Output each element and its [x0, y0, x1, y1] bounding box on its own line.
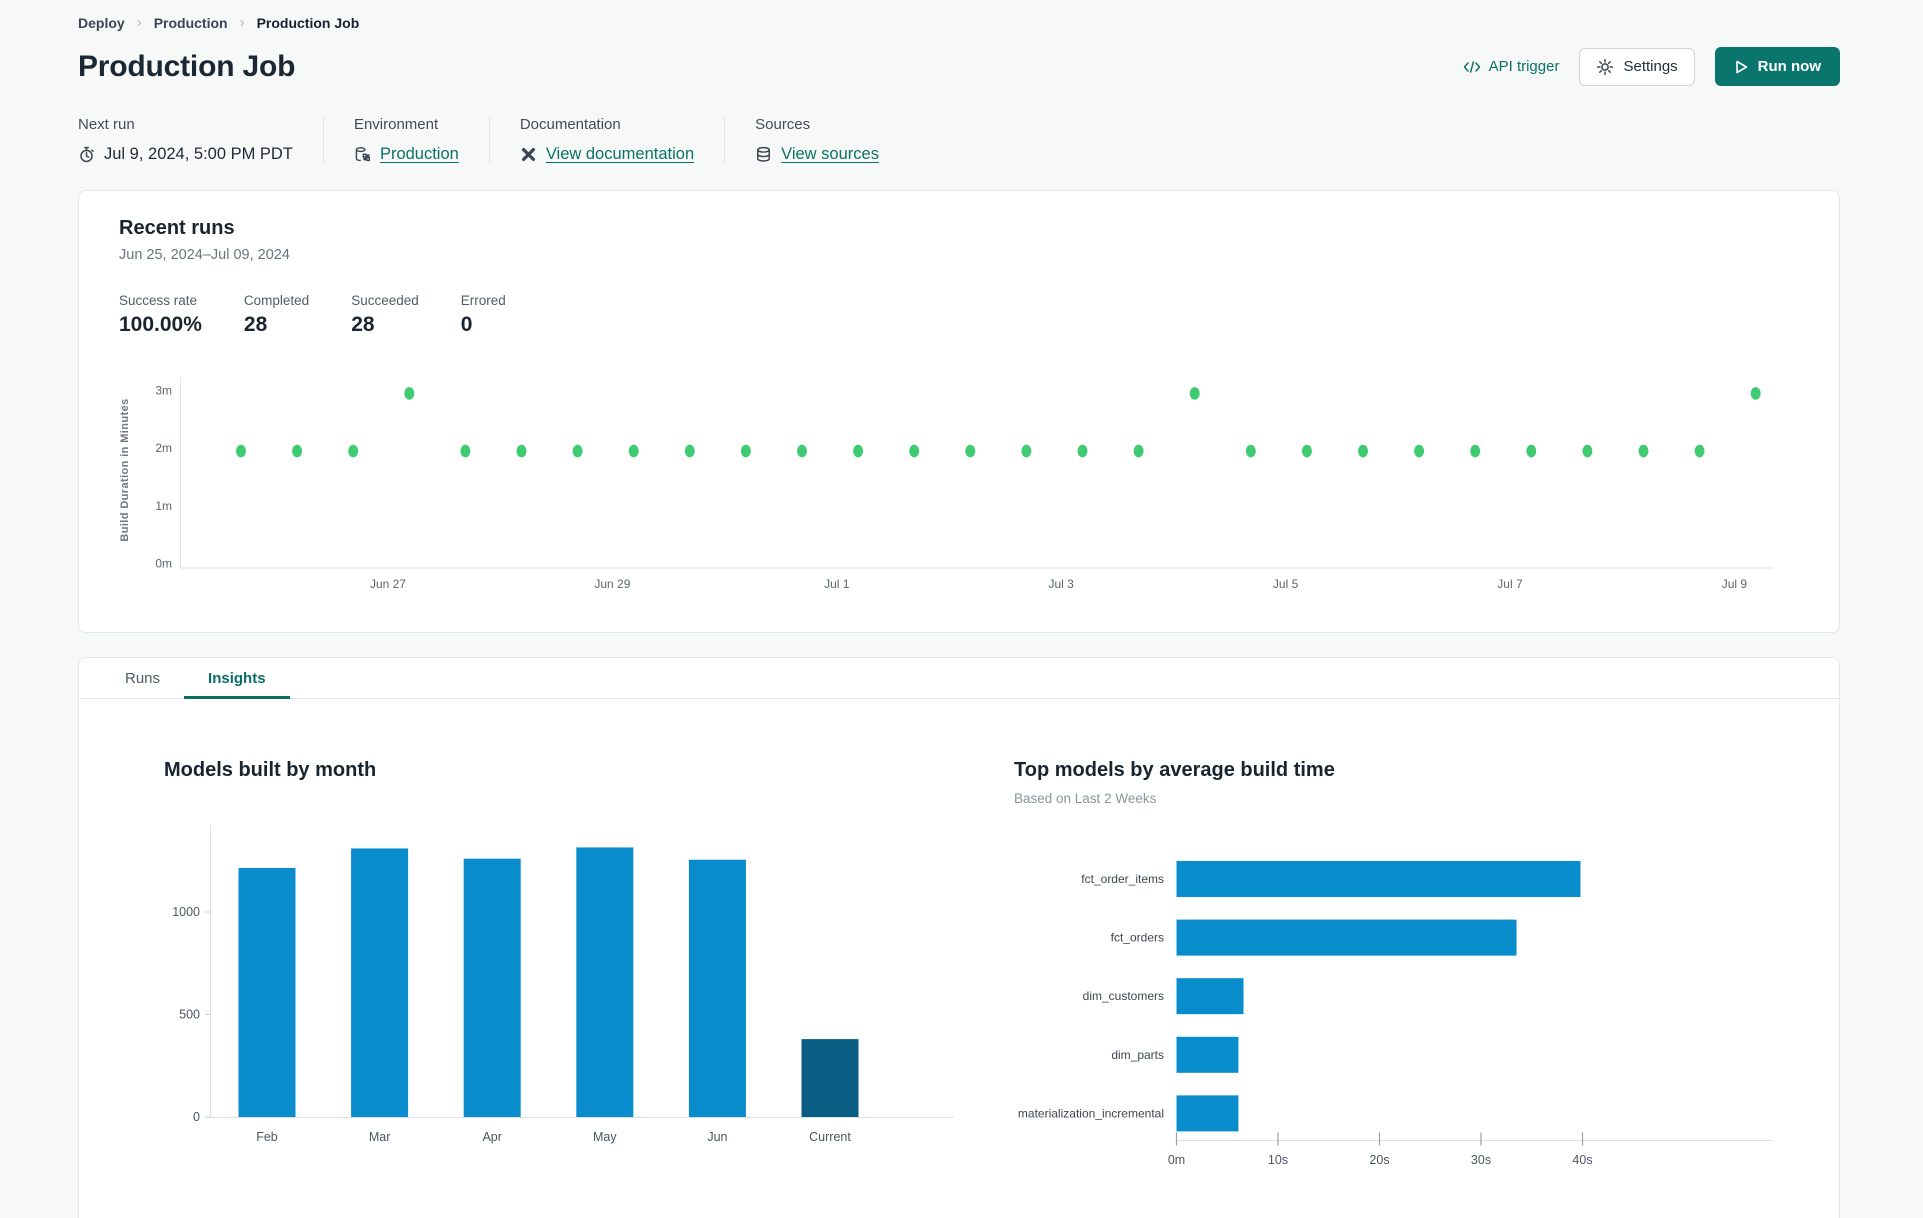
svg-text:dim_parts: dim_parts [1111, 1048, 1164, 1062]
svg-text:Apr: Apr [482, 1130, 501, 1144]
svg-text:Jul 3: Jul 3 [1049, 577, 1075, 591]
svg-text:Jun: Jun [707, 1130, 727, 1144]
svg-text:2m: 2m [155, 441, 172, 455]
meta-documentation: Documentation View documentation [519, 116, 726, 164]
svg-text:Jul 1: Jul 1 [824, 577, 850, 591]
build-duration-scatter-chart: 0m 1m 2m 3m Jun 27 Jun 29 Jul 1 Jul 3 Jul 5 Jul 7… [155, 377, 1773, 591]
top-models-hbar-chart: fct_order_items fct_orders dim_customersdi… [1018, 861, 1772, 1167]
svg-text:10s: 10s [1268, 1153, 1288, 1167]
svg-text:fct_orders: fct_orders [1111, 931, 1164, 945]
svg-text:Feb: Feb [256, 1130, 278, 1144]
recent-runs-card: Recent runs Jun 25, 2024–Jul 09, 2024 Su… [78, 190, 1840, 633]
tab-insights[interactable]: Insights [184, 658, 290, 699]
svg-text:Jun 29: Jun 29 [594, 577, 630, 591]
top-models-section: Top models by average build time Based o… [1014, 759, 1814, 1178]
recent-runs-date-range: Jun 25, 2024–Jul 09, 2024 [119, 247, 290, 263]
insights-card: Runs Insights Models built by month 0 500… [78, 657, 1840, 1218]
top-models-subtitle: Based on Last 2 Weeks [1014, 791, 1157, 806]
recent-runs-stats: Success rate 100.00% Completed 28 Succee… [119, 293, 1799, 337]
dbt-docs-icon [520, 146, 537, 163]
svg-text:30s: 30s [1471, 1153, 1491, 1167]
svg-text:20s: 20s [1369, 1153, 1389, 1167]
tab-runs[interactable]: Runs [101, 658, 184, 698]
svg-text:Jul 5: Jul 5 [1273, 577, 1299, 591]
breadcrumb-production-job: Production Job [256, 14, 360, 31]
svg-text:Jul 7: Jul 7 [1497, 577, 1523, 591]
environment-label: Environment [353, 116, 439, 133]
environment-icon [354, 146, 371, 163]
chevron-right-icon: › [136, 14, 142, 31]
title-row: Production Job API trigger Settings Run … [78, 47, 1840, 86]
svg-text:May: May [593, 1130, 617, 1144]
svg-text:0: 0 [193, 1110, 200, 1124]
page-title: Production Job [78, 49, 296, 83]
svg-text:3m: 3m [155, 383, 172, 397]
models-built-bar-chart: 0 500 1000 Feb Mar Apr May Jun Current [172, 825, 954, 1144]
view-sources-link[interactable]: View sources [781, 145, 879, 164]
scatter-y-axis-label: Build Duration in Minutes [119, 398, 131, 542]
documentation-label: Documentation [519, 116, 621, 133]
svg-text:dim_customers: dim_customers [1083, 989, 1164, 1003]
stat-errored: Errored 0 [460, 293, 506, 336]
run-now-button[interactable]: Run now [1714, 47, 1840, 86]
stat-succeeded: Succeeded 28 [351, 293, 419, 336]
svg-text:1000: 1000 [172, 905, 200, 919]
recent-runs-title: Recent runs [119, 217, 235, 239]
meta-environment: Environment Production [354, 116, 490, 164]
environment-link[interactable]: Production [380, 145, 459, 164]
svg-text:fct_order_items: fct_order_items [1081, 872, 1164, 886]
svg-text:Mar: Mar [369, 1130, 391, 1144]
breadcrumb: Deploy › Production › Production Job [78, 14, 1840, 31]
svg-text:0m: 0m [155, 557, 172, 571]
build-duration-chart-wrap: Build Duration in Minutes 0m 1m 2m 3m Jun 27… [119, 371, 1799, 602]
breadcrumb-deploy[interactable]: Deploy [78, 15, 125, 31]
svg-text:1m: 1m [155, 499, 172, 513]
job-meta-row: Next run Jul 9, 2024, 5:00 PM PDT Enviro… [78, 116, 1840, 164]
breadcrumb-production[interactable]: Production [154, 15, 228, 31]
gear-icon [1596, 58, 1614, 76]
header-actions: API trigger Settings Run now [1463, 47, 1840, 86]
models-built-section: Models built by month 0 500 1000 Feb Mar Apr M… [164, 759, 1014, 1178]
stopwatch-icon [78, 146, 95, 163]
settings-label: Settings [1623, 58, 1678, 75]
svg-text:0m: 0m [1168, 1153, 1185, 1167]
sources-label: Sources [755, 116, 811, 133]
page-container: Deploy › Production › Production Job Pro… [0, 0, 1923, 1218]
play-icon [1734, 59, 1749, 75]
code-icon [1463, 59, 1481, 75]
api-trigger-link[interactable]: API trigger [1463, 58, 1560, 75]
svg-text:Jun 27: Jun 27 [370, 577, 406, 591]
stat-completed: Completed 28 [243, 293, 310, 336]
top-models-title: Top models by average build time [1014, 759, 1335, 781]
meta-sources: Sources View sources [755, 116, 909, 164]
svg-text:500: 500 [179, 1008, 200, 1022]
svg-text:40s: 40s [1572, 1153, 1592, 1167]
svg-text:Jul 9: Jul 9 [1722, 577, 1748, 591]
insights-body: Models built by month 0 500 1000 Feb Mar Apr M… [79, 699, 1839, 1218]
run-now-label: Run now [1757, 58, 1821, 75]
chevron-right-icon: › [239, 14, 245, 31]
svg-text:Current: Current [809, 1130, 851, 1144]
meta-next-run: Next run Jul 9, 2024, 5:00 PM PDT [78, 116, 324, 164]
next-run-value: Jul 9, 2024, 5:00 PM PDT [104, 145, 293, 163]
view-documentation-link[interactable]: View documentation [546, 145, 694, 164]
api-trigger-label: API trigger [1488, 58, 1560, 75]
database-icon [755, 146, 772, 163]
tab-bar: Runs Insights [79, 658, 1839, 699]
stat-success-rate: Success rate 100.00% [119, 293, 202, 336]
settings-button[interactable]: Settings [1579, 47, 1695, 86]
svg-text:materialization_incremental: materialization_incremental [1018, 1106, 1164, 1120]
models-built-title: Models built by month [164, 759, 377, 781]
next-run-label: Next run [78, 116, 135, 133]
